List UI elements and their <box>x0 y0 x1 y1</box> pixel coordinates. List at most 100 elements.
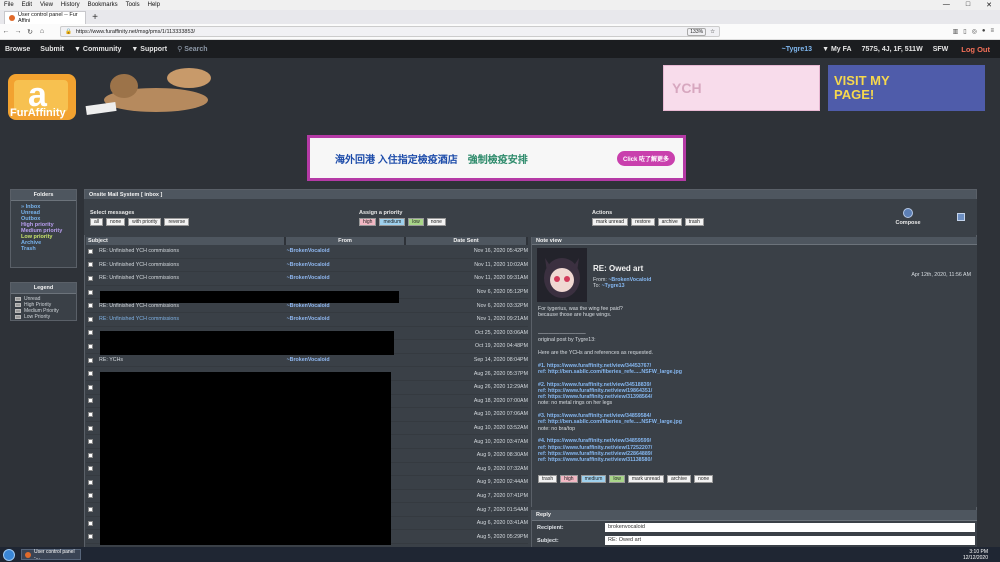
menu-help[interactable]: Help <box>144 2 164 8</box>
menu-file[interactable]: File <box>0 2 18 8</box>
btn-none[interactable]: none <box>694 475 714 483</box>
btn-archive[interactable]: archive <box>666 475 692 483</box>
compose-button[interactable]: Compose <box>893 208 923 230</box>
row-checkbox[interactable] <box>88 452 93 458</box>
table-row[interactable]: RE: Unfinished YCH commissions ~BrokenVoc… <box>86 313 528 327</box>
nav-myfa[interactable]: ▼ My FA <box>817 46 857 53</box>
subject-input[interactable]: RE: Owed art <box>605 536 975 545</box>
table-row[interactable]: RE: Unfinished YCH commissions ~BrokenVoc… <box>86 272 528 286</box>
new-tab-button[interactable]: + <box>89 12 101 24</box>
row-checkbox[interactable] <box>88 439 93 445</box>
nav-notification-counts[interactable]: 757S, 4J, 1F, 511W <box>857 46 928 53</box>
row-checkbox[interactable] <box>88 303 93 309</box>
visit-page-banner[interactable]: VISIT MY PAGE! <box>828 65 985 111</box>
nav-submit[interactable]: Submit <box>35 46 69 53</box>
url-bar[interactable]: 🔒 https://www.furaffinity.net/msg/pms/1/… <box>60 26 720 37</box>
header-from[interactable]: From <box>286 237 406 245</box>
row-checkbox[interactable] <box>88 357 93 363</box>
taskbar-app-button[interactable]: User control panel -... <box>21 549 81 561</box>
btn-none[interactable]: none <box>106 218 126 226</box>
nav-sfw-toggle[interactable]: SFW <box>928 46 954 53</box>
menu-tools[interactable]: Tools <box>122 2 144 8</box>
btn-mark-unread[interactable]: mark unread <box>627 475 664 483</box>
zoom-level[interactable]: 133% <box>687 27 707 36</box>
recipient-input[interactable]: brokenvocaloid <box>605 523 975 532</box>
row-checkbox[interactable] <box>88 479 93 485</box>
btn-medium[interactable]: medium <box>379 218 406 226</box>
row-checkbox[interactable] <box>88 493 93 499</box>
btn-low[interactable]: low <box>408 218 424 226</box>
table-row[interactable]: RE: Unfinished YCH commissions ~BrokenVoc… <box>86 245 528 259</box>
row-subject[interactable]: RE: YCHs <box>99 357 287 363</box>
menu-history[interactable]: History <box>57 2 84 8</box>
row-checkbox[interactable] <box>88 520 93 526</box>
folder-item[interactable]: Trash <box>11 246 76 252</box>
row-checkbox[interactable] <box>88 534 93 540</box>
row-from[interactable]: ~BrokenVocaloid <box>287 248 433 254</box>
row-subject[interactable]: RE: Unfinished YCH commissions <box>99 262 287 268</box>
header-date[interactable]: Date Sent <box>406 237 528 245</box>
btn-all[interactable]: all <box>90 218 104 226</box>
row-checkbox[interactable] <box>88 262 93 268</box>
sidebar-icon[interactable]: ▯ <box>963 28 966 35</box>
row-checkbox[interactable] <box>88 384 93 390</box>
sender-avatar[interactable] <box>537 248 587 302</box>
ych-banner[interactable]: YCH <box>663 65 820 111</box>
table-row[interactable]: RE: YCHs ~BrokenVocaloid Sep 14, 2020 08:0… <box>86 354 528 368</box>
menu-hamburger-icon[interactable]: ≡ <box>990 28 994 35</box>
library-icon[interactable]: ▥ <box>953 28 959 35</box>
nav-community[interactable]: ▼ Community <box>69 46 126 53</box>
row-from[interactable]: ~BrokenVocaloid <box>287 275 433 281</box>
btn-low[interactable]: low <box>609 475 625 483</box>
row-from[interactable]: ~BrokenVocaloid <box>287 357 433 363</box>
btn-restore[interactable]: restore <box>631 218 655 226</box>
row-checkbox[interactable] <box>88 343 93 349</box>
advertisement[interactable]: 海外回港 入住指定檢疫酒店 強制檢疫安排 Click 咗了解更多 <box>307 135 686 181</box>
row-subject[interactable]: RE: Unfinished YCH commissions <box>99 316 287 322</box>
nav-support[interactable]: ▼ Support <box>126 46 172 53</box>
btn-medium[interactable]: medium <box>580 475 607 483</box>
note-from-user[interactable]: ~BrokenVocaloid <box>608 277 651 283</box>
note-to-user[interactable]: ~Tygre13 <box>602 283 625 289</box>
row-subject[interactable]: RE: Unfinished YCH commissions <box>99 303 287 309</box>
btn-with-priority[interactable]: with priority <box>128 218 162 226</box>
btn-high[interactable]: high <box>560 475 578 483</box>
btn-reverse[interactable]: reverse <box>164 218 190 226</box>
menu-edit[interactable]: Edit <box>18 2 36 8</box>
btn-trash[interactable]: trash <box>684 218 704 226</box>
row-subject[interactable]: RE: Unfinished YCH commissions <box>99 248 287 254</box>
menu-bookmarks[interactable]: Bookmarks <box>84 2 122 8</box>
row-checkbox[interactable] <box>88 275 93 281</box>
btn-none[interactable]: none <box>426 218 446 226</box>
row-checkbox[interactable] <box>88 248 93 254</box>
row-checkbox[interactable] <box>88 466 93 472</box>
row-subject[interactable]: RE: Unfinished YCH commissions <box>99 275 287 281</box>
ad-cta-button[interactable]: Click 咗了解更多 <box>616 150 675 166</box>
windows-start-icon[interactable] <box>3 548 15 561</box>
btn-archive[interactable]: archive <box>657 218 682 226</box>
row-checkbox[interactable] <box>88 371 93 377</box>
btn-high[interactable]: high <box>359 218 377 226</box>
row-checkbox[interactable] <box>88 507 93 513</box>
row-checkbox[interactable] <box>88 316 93 322</box>
browser-tab[interactable]: User control panel -- Fur Affini <box>4 11 86 24</box>
system-clock[interactable]: 3:10 PM 12/12/2020 <box>963 549 1000 561</box>
maximize-icon[interactable]: □ <box>966 1 970 9</box>
row-from[interactable]: ~BrokenVocaloid <box>287 262 433 268</box>
header-subject[interactable]: Subject <box>86 237 286 245</box>
close-icon[interactable]: ✕ <box>986 1 992 9</box>
note-line[interactable]: ref: https://www.furaffinity.net/view/31… <box>538 457 968 463</box>
forward-arrow-icon[interactable]: → <box>12 28 24 35</box>
home-icon[interactable]: ⌂ <box>36 28 48 35</box>
row-from[interactable]: ~BrokenVocaloid <box>287 316 433 322</box>
btn-mark-unread[interactable]: mark unread <box>592 218 629 226</box>
extension-icon[interactable]: ◎ <box>972 28 977 35</box>
furaffinity-logo[interactable]: a FurAffinity <box>6 60 220 125</box>
row-from[interactable]: ~BrokenVocaloid <box>287 303 433 309</box>
menu-view[interactable]: View <box>36 2 57 8</box>
row-checkbox[interactable] <box>88 425 93 431</box>
minimize-icon[interactable]: — <box>943 1 950 9</box>
row-checkbox[interactable] <box>88 330 93 336</box>
nav-search[interactable]: ⚲ Search <box>172 45 212 53</box>
rss-icon[interactable] <box>957 213 965 221</box>
